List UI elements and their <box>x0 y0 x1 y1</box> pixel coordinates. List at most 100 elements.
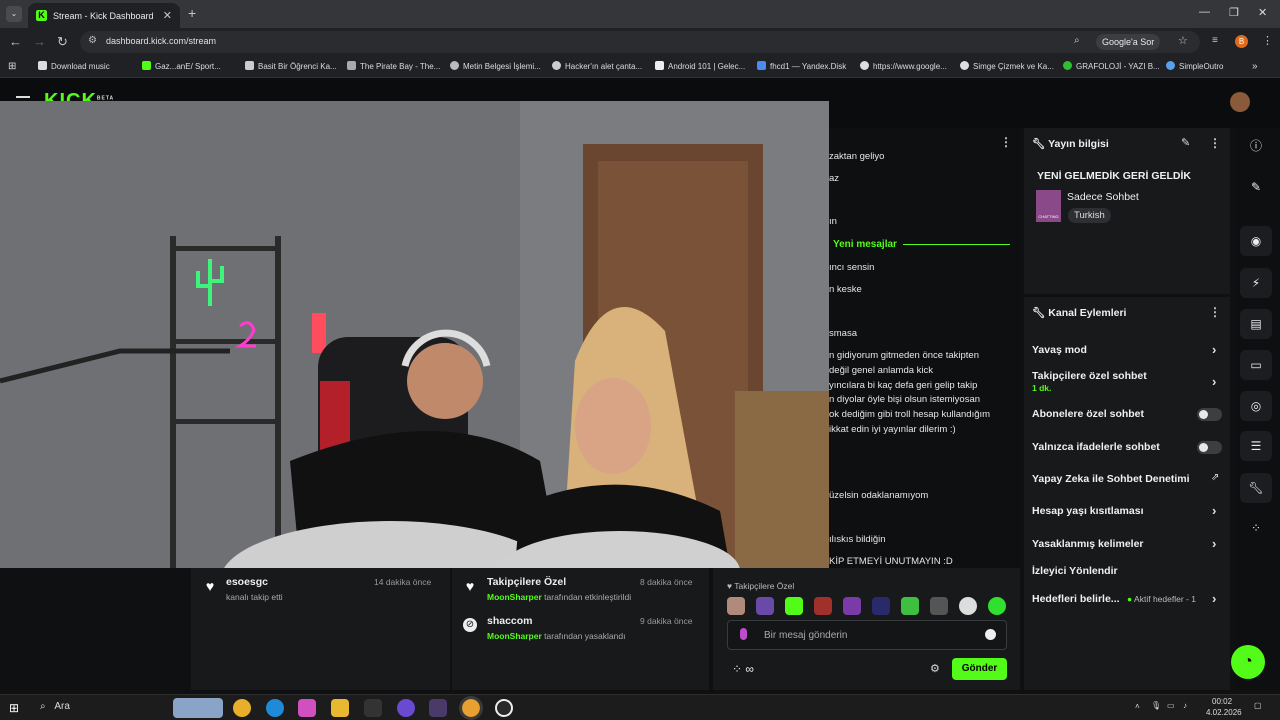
google-ask-button[interactable]: Google'a Sor <box>1096 34 1161 50</box>
bookmark-item[interactable]: Hacker'ın alet çanta... <box>552 61 642 71</box>
clock-time[interactable]: 00:02 <box>1212 697 1232 706</box>
emote[interactable] <box>930 597 948 615</box>
microphone-icon[interactable] <box>740 628 747 640</box>
event-actor[interactable]: MoonSharper <box>487 592 542 602</box>
lightning-icon[interactable]: ⚡︎ <box>1240 268 1272 298</box>
edge-icon[interactable] <box>266 699 284 717</box>
emotes-only-toggle[interactable] <box>1197 441 1222 454</box>
chrome-icon[interactable] <box>233 699 251 717</box>
app-icon[interactable] <box>397 699 415 717</box>
taskbar-search[interactable]: ⌕ Ara <box>40 701 70 712</box>
emote[interactable] <box>872 597 890 615</box>
restore-icon[interactable]: ❐ <box>1229 6 1239 19</box>
profile-avatar[interactable]: B <box>1235 35 1248 48</box>
subscribers-only-toggle[interactable] <box>1197 408 1222 421</box>
event-actor[interactable]: MoonSharper <box>487 631 542 641</box>
document-icon[interactable]: ▤ <box>1240 309 1272 339</box>
zoom-icon[interactable]: ⌕ <box>1074 35 1080 46</box>
search-highlight-image[interactable] <box>173 698 223 718</box>
reading-list-icon[interactable]: ≡ <box>1212 35 1218 46</box>
browser-menu-icon[interactable]: ⋮ <box>1262 34 1273 47</box>
chat-settings-icon[interactable]: ⚙ <box>930 662 940 675</box>
chrome-active-icon[interactable] <box>459 696 483 720</box>
new-tab-button[interactable]: + <box>188 5 196 21</box>
clock-date[interactable]: 4.02.2026 <box>1206 708 1242 717</box>
bookmark-item[interactable]: Metin Belgesi İşlemi... <box>450 61 541 71</box>
stream-info-menu-icon[interactable]: ⋮ <box>1209 136 1221 150</box>
host-redirect-action[interactable]: İzleyici Yönlendir <box>1032 565 1118 577</box>
reload-icon[interactable]: ↻ <box>57 34 68 50</box>
event-user[interactable]: Takipçilere Özel <box>487 576 566 588</box>
chat-points-icon[interactable]: ⁘ ∞ <box>732 662 754 676</box>
dots-cluster-icon[interactable]: ⁘ <box>1240 513 1272 543</box>
layout-icon[interactable]: ☰ <box>1240 431 1272 461</box>
stream-video-preview[interactable] <box>0 101 829 568</box>
chevron-right-icon[interactable]: › <box>1212 503 1216 518</box>
external-link-icon[interactable]: ⇗ <box>1211 472 1219 483</box>
notifications-icon[interactable]: ▢ <box>1254 701 1262 710</box>
channel-actions-menu-icon[interactable]: ⋮ <box>1209 305 1221 319</box>
close-window-icon[interactable]: ✕ <box>1258 6 1267 19</box>
chevron-right-icon[interactable]: › <box>1212 374 1216 389</box>
bookmark-item[interactable]: GRAFOLOJİ - YAZI B... <box>1063 61 1160 71</box>
account-age-restriction-action[interactable]: Hesap yaşı kısıtlaması <box>1032 505 1144 517</box>
language-tag[interactable]: Turkish <box>1068 208 1111 223</box>
info-icon[interactable]: ⓘ <box>1240 131 1272 161</box>
bookmark-item[interactable]: https://www.google... <box>860 61 947 71</box>
broadcast-icon[interactable]: ◎ <box>1240 391 1272 421</box>
emote[interactable] <box>901 597 919 615</box>
category-name[interactable]: Sadece Sohbet <box>1067 191 1139 203</box>
apps-icon[interactable]: ⊞ <box>8 61 16 72</box>
bookmark-item[interactable]: The Pirate Bay - The... <box>347 61 440 71</box>
emoji-picker-icon[interactable] <box>985 629 996 640</box>
forward-icon[interactable]: → <box>33 34 46 49</box>
copilot-icon[interactable] <box>298 699 316 717</box>
bookmark-star-icon[interactable]: ☆ <box>1178 34 1188 47</box>
pencil-icon[interactable]: ✎ <box>1240 172 1272 202</box>
event-user[interactable]: shaccom <box>487 615 533 627</box>
set-goals-action[interactable]: Hedefleri belirle... <box>1032 593 1120 605</box>
file-explorer-icon[interactable] <box>331 699 349 717</box>
bookmark-item[interactable]: Simge Çizmek ve Ka... <box>960 61 1054 71</box>
bookmark-item[interactable]: SimpleOutro <box>1166 61 1223 71</box>
back-icon[interactable]: ← <box>9 34 22 49</box>
help-chat-icon[interactable]: ◔ <box>1231 645 1265 679</box>
bookmark-item[interactable]: Download music <box>38 61 110 71</box>
send-button[interactable]: Gönder <box>952 658 1007 680</box>
hamburger-menu-icon[interactable] <box>16 96 30 98</box>
followers-only-chat-action[interactable]: Takipçilere özel sohbet <box>1032 370 1147 382</box>
browser-tab[interactable]: K Stream - Kick Dashboard ✕ <box>28 3 180 28</box>
bookmark-item[interactable]: fhcd1 — Yandex.Disk <box>757 61 846 71</box>
tray-chevron-icon[interactable]: ˄ <box>1135 702 1140 711</box>
bookmark-item[interactable]: Basit Bir Öğrenci Ka... <box>245 61 337 71</box>
emote[interactable] <box>727 597 745 615</box>
user-avatar[interactable] <box>1230 92 1250 112</box>
chevron-right-icon[interactable]: › <box>1212 536 1216 551</box>
site-info-icon[interactable]: ⚙ <box>88 35 97 46</box>
camera-icon[interactable]: ◉ <box>1240 226 1272 256</box>
app-icon[interactable] <box>429 699 447 717</box>
chat-message-input[interactable]: Bir mesaj gönderin <box>727 620 1007 650</box>
network-icon[interactable]: ▭ <box>1167 701 1175 710</box>
slow-mode-action[interactable]: Yavaş mod <box>1032 344 1087 356</box>
microphone-tray-icon[interactable]: 🎙︎ <box>1151 701 1161 710</box>
more-bookmarks-icon[interactable]: » <box>1252 61 1258 72</box>
windows-start-icon[interactable]: ⊞ <box>9 701 19 715</box>
chat-menu-icon[interactable]: ⋮ <box>1000 135 1012 149</box>
banned-words-action[interactable]: Yasaklanmış kelimeler <box>1032 538 1144 550</box>
emote[interactable] <box>756 597 774 615</box>
obs-icon[interactable] <box>495 699 513 717</box>
edit-icon[interactable]: ✎ <box>1181 136 1190 149</box>
address-bar[interactable]: ⚙ dashboard.kick.com/stream ⌕ Google'a S… <box>80 31 1200 53</box>
new-messages-divider[interactable]: Yeni mesajlar <box>833 239 897 250</box>
event-user[interactable]: esoesgc <box>226 576 268 588</box>
chat-bubble-icon[interactable]: ▭ <box>1240 350 1272 380</box>
emote[interactable] <box>785 597 803 615</box>
tools-icon[interactable]: 🔧︎ <box>1240 473 1272 503</box>
chevron-right-icon[interactable]: › <box>1212 591 1216 606</box>
emote[interactable] <box>814 597 832 615</box>
bookmark-item[interactable]: Android 101 | Gelec... <box>655 61 745 71</box>
chevron-right-icon[interactable]: › <box>1212 342 1216 357</box>
emote[interactable] <box>988 597 1006 615</box>
tab-close-icon[interactable]: ✕ <box>163 9 172 22</box>
